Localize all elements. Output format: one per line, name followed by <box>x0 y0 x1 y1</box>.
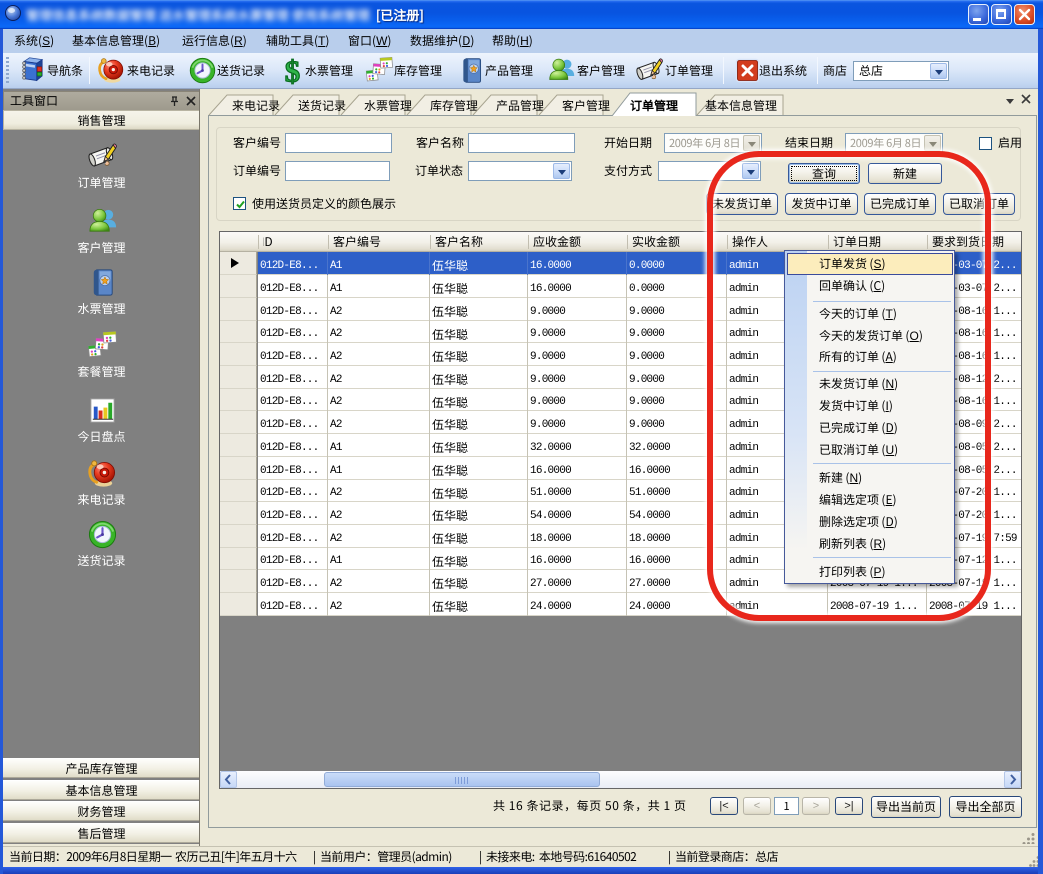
svg-text:基本信息管理: 基本信息管理 <box>705 97 777 114</box>
svg-text:库存管理: 库存管理 <box>430 97 478 114</box>
svg-text:订单管理: 订单管理 <box>630 97 678 114</box>
svg-text:来电记录: 来电记录 <box>232 97 280 114</box>
svg-text:送货记录: 送货记录 <box>298 97 346 114</box>
svg-text:客户管理: 客户管理 <box>562 97 610 114</box>
svg-text:水票管理: 水票管理 <box>364 97 412 114</box>
svg-text:产品管理: 产品管理 <box>496 97 544 114</box>
